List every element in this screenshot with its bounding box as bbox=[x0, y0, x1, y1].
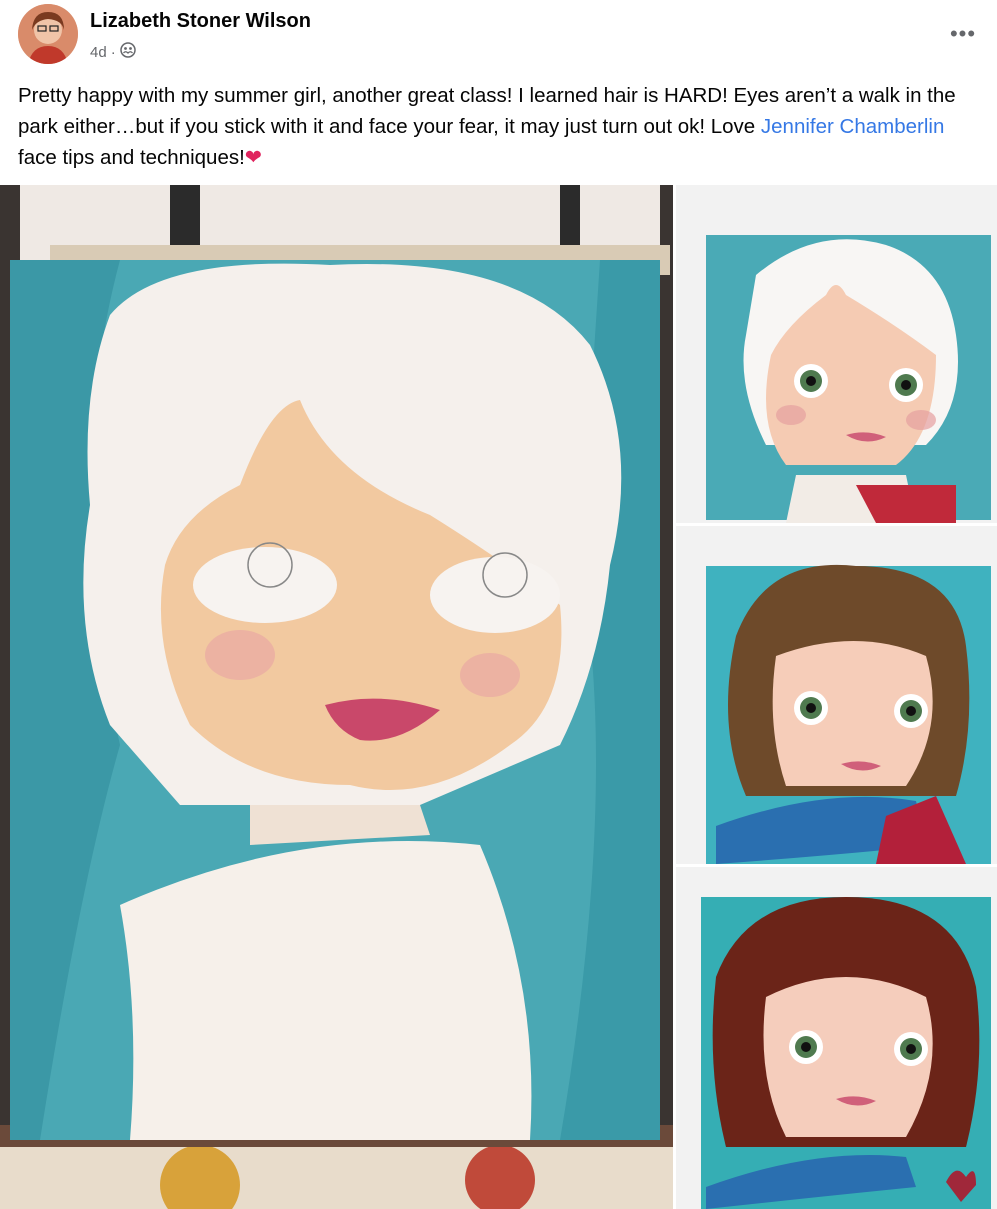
thumbnail-brown-hair[interactable] bbox=[676, 526, 997, 864]
author-name[interactable]: Lizabeth Stoner Wilson bbox=[90, 10, 311, 33]
post-time[interactable]: 4d bbox=[90, 44, 107, 61]
post-header: Lizabeth Stoner Wilson 4d · ••• bbox=[18, 4, 978, 66]
more-options-icon[interactable]: ••• bbox=[946, 20, 980, 48]
thumbnail-white-hair[interactable] bbox=[676, 185, 997, 523]
post-text: Pretty happy with my summer girl, anothe… bbox=[18, 80, 980, 173]
post-meta: 4d · bbox=[90, 42, 136, 62]
main-painting-photo[interactable] bbox=[0, 185, 673, 1209]
author-avatar[interactable] bbox=[18, 4, 78, 64]
post-text-end: face tips and techniques! bbox=[18, 146, 245, 169]
friends-globe-icon bbox=[119, 42, 136, 62]
heart-emoji: ❤ bbox=[244, 146, 262, 169]
mention-link[interactable]: Jennifer Chamberlin bbox=[761, 115, 944, 138]
thumbnail-auburn-hair[interactable] bbox=[676, 867, 997, 1209]
meta-separator: · bbox=[110, 43, 116, 61]
